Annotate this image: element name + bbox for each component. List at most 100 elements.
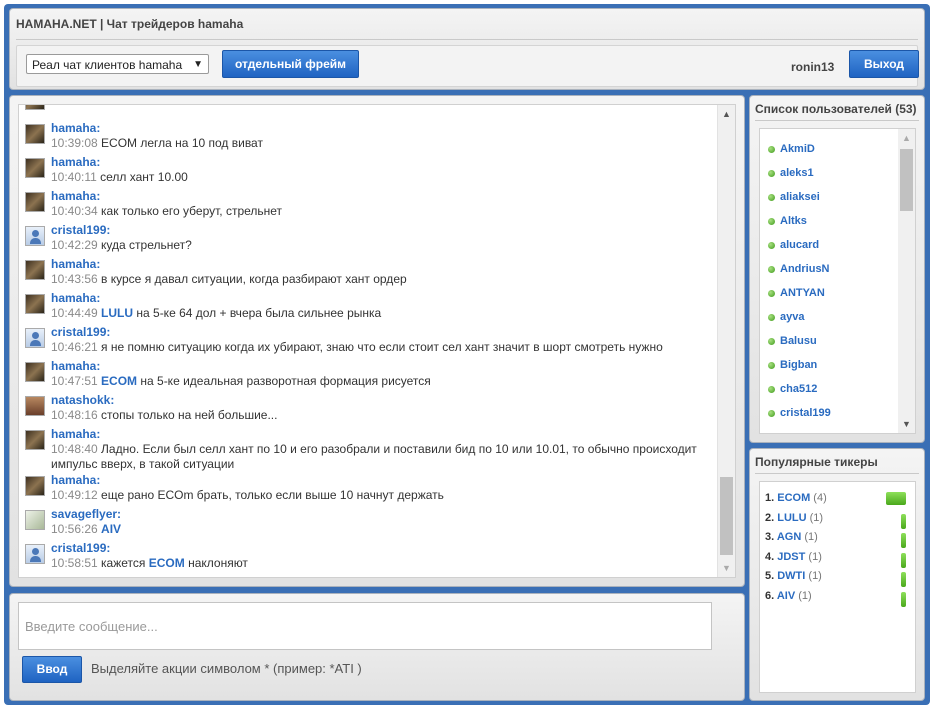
- chat-scrollbar[interactable]: ▲ ▼: [717, 105, 735, 577]
- ticker-popularity-bar: [901, 552, 906, 568]
- message-input[interactable]: Введите сообщение...: [18, 602, 712, 650]
- avatar[interactable]: [25, 124, 45, 144]
- separate-frame-button[interactable]: отдельный фрейм: [222, 50, 359, 78]
- message-time: 10:39:08: [51, 136, 102, 150]
- user-name[interactable]: alucard: [780, 239, 819, 251]
- message-body: я не помню ситуацию когда их убирают, зн…: [101, 340, 663, 354]
- avatar[interactable]: [25, 294, 45, 314]
- ticker-symbol[interactable]: AGN: [777, 531, 801, 543]
- user-item[interactable]: alucard: [768, 239, 819, 251]
- message-author[interactable]: cristal199:: [51, 223, 713, 238]
- ticker-item[interactable]: 1. ECOM (4): [765, 492, 827, 504]
- chat-messages[interactable]: 10:36:17 ECOM если закрепится выше 10, м…: [18, 104, 736, 578]
- message-time: 10:47:51: [51, 374, 102, 388]
- user-name[interactable]: AndriusN: [780, 263, 830, 275]
- users-list[interactable]: AkmiD aleks1 aliaksei Altks alucard AndriusN A…: [759, 128, 916, 434]
- avatar[interactable]: [25, 362, 45, 382]
- message-author[interactable]: hamaha:: [51, 427, 713, 442]
- message-author[interactable]: hamaha:: [51, 121, 713, 136]
- ticker-item[interactable]: 4. JDST (1): [765, 551, 822, 563]
- avatar[interactable]: [25, 396, 45, 416]
- user-name[interactable]: Altks: [780, 215, 807, 227]
- message-author[interactable]: natashokk:: [51, 393, 713, 408]
- message-body: на 5-ке идеальная разворотная формация р…: [137, 374, 431, 388]
- user-item[interactable]: Balusu: [768, 335, 817, 347]
- user-item[interactable]: aliaksei: [768, 191, 820, 203]
- ticker-link[interactable]: ECOM: [101, 374, 137, 388]
- online-status-icon: [768, 145, 775, 153]
- avatar[interactable]: [25, 260, 45, 280]
- chat-message: cristal199: 10:42:29 куда стрельнет?: [25, 223, 713, 256]
- user-name[interactable]: aleks1: [780, 167, 814, 179]
- avatar[interactable]: [25, 476, 45, 496]
- avatar[interactable]: [25, 226, 45, 246]
- avatar[interactable]: [25, 510, 45, 530]
- message-time: 10:42:29: [51, 238, 102, 252]
- message-author[interactable]: hamaha:: [51, 257, 713, 272]
- scroll-thumb[interactable]: [720, 477, 733, 555]
- user-name[interactable]: Balusu: [780, 335, 817, 347]
- scroll-down-icon[interactable]: ▼: [722, 563, 731, 573]
- ticker-symbol[interactable]: LULU: [777, 512, 806, 524]
- ticker-symbol[interactable]: ECOM: [777, 492, 810, 504]
- message-text: 10:47:51 ECOM на 5-ке идеальная разворот…: [51, 374, 713, 389]
- user-name[interactable]: cha512: [780, 383, 817, 395]
- ticker-link[interactable]: LULU: [101, 306, 133, 320]
- message-author[interactable]: cristal199:: [51, 541, 713, 556]
- avatar[interactable]: [25, 192, 45, 212]
- user-item[interactable]: Bigban: [768, 359, 817, 371]
- avatar[interactable]: [25, 430, 45, 450]
- user-name[interactable]: AkmiD: [780, 143, 815, 155]
- user-name[interactable]: Bigban: [780, 359, 817, 371]
- ticker-count: (1): [806, 511, 824, 524]
- ticker-symbol[interactable]: JDST: [777, 551, 805, 563]
- users-scrollbar[interactable]: ▲ ▼: [898, 129, 915, 433]
- avatar[interactable]: [25, 544, 45, 564]
- chat-message: 10:36:17 ECOM если закрепится выше 10, м…: [25, 105, 713, 120]
- message-author[interactable]: cristal199:: [51, 325, 713, 340]
- ticker-link[interactable]: AIV: [101, 522, 121, 536]
- message-author[interactable]: hamaha:: [51, 291, 713, 306]
- user-item[interactable]: cristal199: [768, 407, 831, 419]
- scroll-thumb[interactable]: [900, 149, 913, 211]
- avatar[interactable]: [25, 105, 45, 110]
- scroll-down-icon[interactable]: ▼: [902, 419, 911, 429]
- room-select[interactable]: Реал чат клиентов hamaha ▼: [26, 54, 209, 74]
- user-item[interactable]: ANTYAN: [768, 287, 825, 299]
- avatar[interactable]: [25, 158, 45, 178]
- message-author[interactable]: hamaha:: [51, 359, 713, 374]
- send-button[interactable]: Ввод: [22, 656, 82, 683]
- logout-button[interactable]: Выход: [849, 50, 919, 78]
- ticker-symbol[interactable]: DWTI: [777, 570, 805, 582]
- user-item[interactable]: Altks: [768, 215, 807, 227]
- message-author[interactable]: hamaha:: [51, 155, 713, 170]
- message-time: 10:49:12: [51, 488, 102, 502]
- ticker-item[interactable]: 5. DWTI (1): [765, 570, 822, 582]
- user-item[interactable]: AkmiD: [768, 143, 815, 155]
- message-author[interactable]: hamaha:: [51, 473, 713, 488]
- online-status-icon: [768, 265, 775, 273]
- ticker-item[interactable]: 2. LULU (1): [765, 512, 823, 524]
- ticker-item[interactable]: 3. AGN (1): [765, 531, 818, 543]
- user-name[interactable]: cristal199: [780, 407, 831, 419]
- message-body: в курсе я давал ситуации, когда разбираю…: [101, 272, 407, 286]
- user-item[interactable]: cha512: [768, 383, 817, 395]
- user-item[interactable]: aleks1: [768, 167, 814, 179]
- message-body: как только его уберут, стрельнет: [101, 204, 283, 218]
- avatar[interactable]: [25, 328, 45, 348]
- message-author[interactable]: hamaha:: [51, 189, 713, 204]
- toolbar: Реал чат клиентов hamaha ▼ отдельный фре…: [16, 45, 919, 87]
- ticker-link[interactable]: ECOM: [149, 556, 185, 570]
- user-item[interactable]: ayva: [768, 311, 804, 323]
- message-body: стопы только на ней большие...: [101, 408, 278, 422]
- ticker-item[interactable]: 6. AIV (1): [765, 590, 812, 602]
- scroll-up-icon[interactable]: ▲: [902, 133, 911, 143]
- dropdown-arrow-icon: ▼: [193, 59, 203, 70]
- user-name[interactable]: ANTYAN: [780, 287, 825, 299]
- message-author[interactable]: savageflyer:: [51, 507, 713, 522]
- ticker-symbol[interactable]: AIV: [777, 590, 795, 602]
- scroll-up-icon[interactable]: ▲: [722, 109, 731, 119]
- user-name[interactable]: ayva: [780, 311, 804, 323]
- user-item[interactable]: AndriusN: [768, 263, 830, 275]
- user-name[interactable]: aliaksei: [780, 191, 820, 203]
